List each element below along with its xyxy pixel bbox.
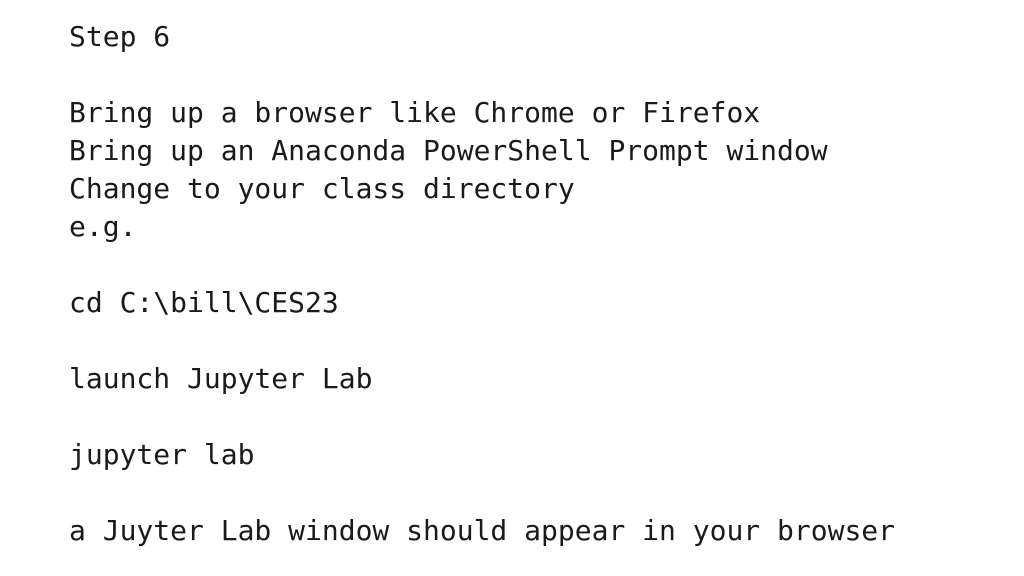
result-jupyter-window: a Juyter Lab window should appear in you… [69,514,896,547]
instruction-powershell: Bring up an Anaconda PowerShell Prompt w… [69,134,828,167]
heading-step-6: Step 6 [69,20,171,53]
command-cd: cd C:\bill\CES23 [69,286,339,319]
command-jupyter-lab: jupyter lab [69,438,255,471]
slide-text-block: Step 6 Bring up a browser like Chrome or… [69,18,1009,550]
instruction-change-directory: Change to your class directory [69,172,575,205]
instruction-browser: Bring up a browser like Chrome or Firefo… [69,96,761,129]
instruction-eg: e.g. [69,210,137,243]
instruction-launch-jupyter-lab: launch Jupyter Lab [69,362,373,395]
slide-canvas: Step 6 Bring up a browser like Chrome or… [0,0,1024,576]
